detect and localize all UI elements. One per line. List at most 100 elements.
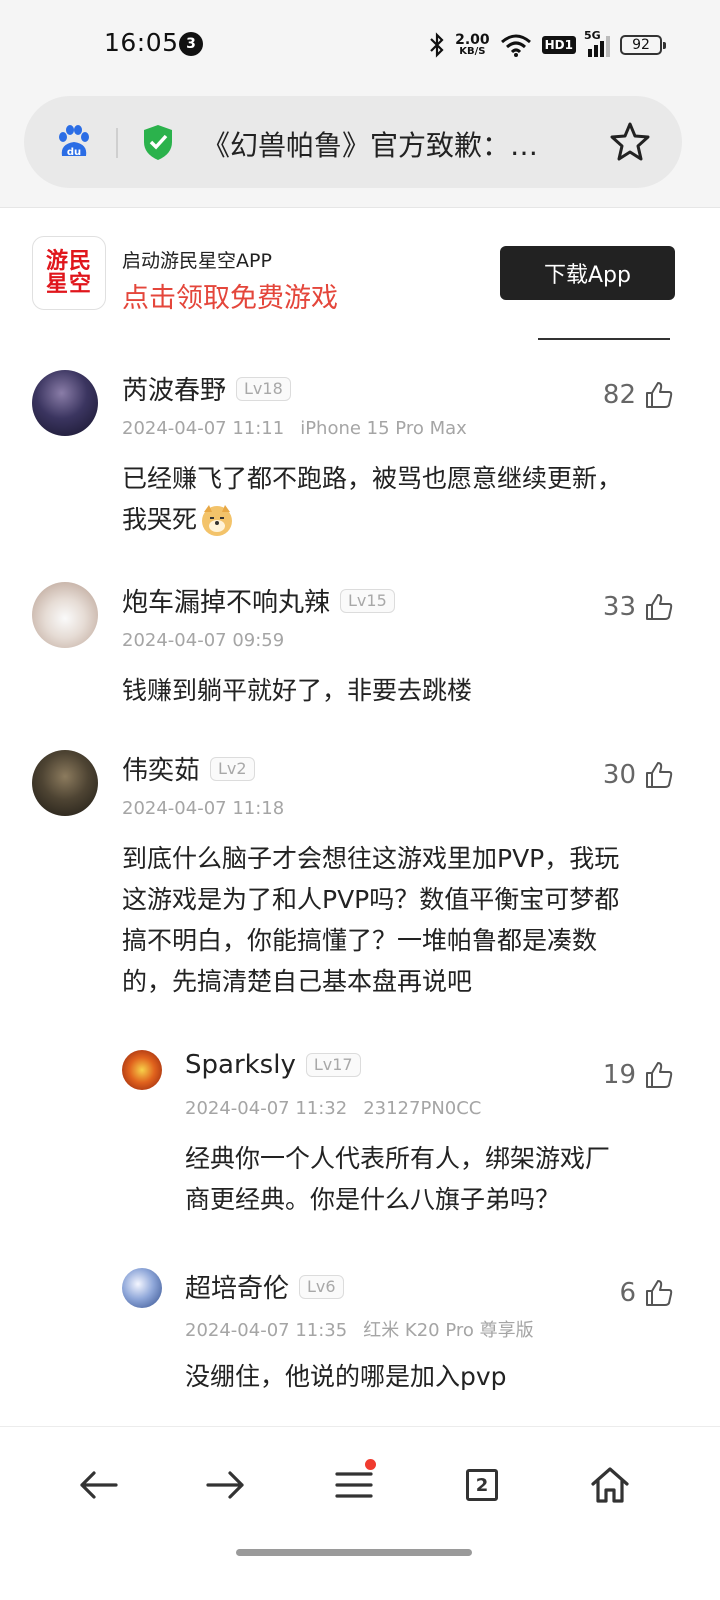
reply-meta: 2024-04-07 11:32 23127PN0CC [185,1098,481,1119]
level-badge: Lv6 [299,1274,344,1299]
comment-body: 钱赚到躺平就好了，非要去跳楼 [122,670,682,711]
reply-username[interactable]: 超培奇伦 Lv6 [185,1268,344,1305]
back-arrow-icon[interactable] [78,1470,118,1500]
cellular-signal: 5G [584,29,610,57]
comment-text: 我哭死 [122,505,198,534]
page-title[interactable]: 《幻兽帕鲁》官方致歉：… [202,124,582,164]
comment-username[interactable]: 炮车漏掉不响丸辣 Lv15 [122,582,395,619]
comment-line: 的，先搞清楚自己基本盘再说吧 [122,967,473,996]
avatar[interactable] [32,582,98,648]
thumb-up-icon[interactable] [644,760,674,790]
tab-indicator [538,338,670,340]
notification-dot [365,1459,376,1470]
thumb-up-icon[interactable] [644,1278,674,1308]
network-speed-value: 2.00 [455,32,490,48]
username-text[interactable]: Sparksly [185,1050,296,1080]
username-text[interactable]: 伟奕茹 [122,750,200,787]
menu-button[interactable] [326,1457,382,1513]
notification-count-badge: 3 [179,32,203,56]
comment-meta: 2024-04-07 09:59 [122,630,284,651]
comment-item: 炮车漏掉不响丸辣 Lv15 2024-04-07 09:59 33 钱赚到躺平就… [0,578,720,708]
status-time: 16:05 [104,28,179,57]
gesture-bar[interactable] [236,1549,472,1556]
like-count: 19 [602,1060,636,1090]
comment-meta: 2024-04-07 11:18 [122,798,284,819]
thumb-up-icon[interactable] [644,1060,674,1090]
reply-line: 经典你一个人代表所有人，绑架游戏厂 [185,1144,611,1173]
signal-bar [606,36,610,57]
network-speed-unit: KB/S [459,46,486,57]
address-bar[interactable]: du 《幻兽帕鲁》官方致歉：… [24,96,682,188]
banner-headline: 点击领取免费游戏 [122,283,338,314]
avatar[interactable] [122,1050,162,1090]
doge-emoji [202,504,233,536]
username-text[interactable]: 超培奇伦 [185,1268,289,1305]
reply-body: 经典你一个人代表所有人，绑架游戏厂 商更经典。你是什么八旗子弟吗？ [185,1138,685,1220]
like-button[interactable]: 19 [603,1060,674,1090]
bottom-navigation: 2 [0,1426,720,1600]
level-badge: Lv2 [210,756,255,781]
comment-username[interactable]: 芮波春野 Lv18 [122,370,291,407]
reply-item: Sparksly Lv17 2024-04-07 11:32 23127PN0CC… [0,1046,720,1216]
baidu-paw-icon[interactable]: du [54,122,94,162]
comment-meta: 2024-04-07 11:11 iPhone 15 Pro Max [122,418,467,439]
gamersky-logo: 游民星空 [32,236,106,310]
comment-line: 这游戏是为了和人PVP吗？数值平衡宝可梦都 [122,885,620,914]
avatar[interactable] [32,750,98,816]
svg-text:du: du [67,147,81,158]
like-count: 82 [602,380,636,410]
like-button[interactable]: 82 [603,380,674,410]
status-icons: 2.00 KB/S HD1 5G 92 [429,29,666,60]
signal-bar [594,45,598,57]
comment-line: 我哭死 [122,499,682,540]
shield-check-icon[interactable] [138,122,178,162]
banner-subtitle: 启动游民星空APP [122,250,272,272]
comment-line: 已经赚飞了都不跑路，被骂也愿意继续更新， [122,464,623,493]
reply-username[interactable]: Sparksly Lv17 [185,1050,361,1080]
thumb-up-icon[interactable] [644,592,674,622]
hd-badge: HD1 [541,36,576,54]
menu-icon[interactable] [335,1470,373,1500]
reply-line: 没绷住，他说的哪是加入pvp [185,1362,507,1391]
star-icon[interactable] [608,120,652,164]
comment-date: 2024-04-07 11:18 [122,798,285,819]
comment-line: 到底什么脑子才会想往这游戏里加PVP，我玩 [122,844,620,873]
comment-line: 搞不明白，你能搞懂了？一堆帕鲁都是凑数 [122,926,598,955]
like-button[interactable]: 6 [619,1278,674,1308]
level-badge: Lv18 [236,376,291,401]
avatar[interactable] [122,1268,162,1308]
back-button[interactable] [70,1457,126,1513]
reply-item: 超培奇伦 Lv6 2024-04-07 11:35 红米 K20 Pro 尊享版 … [0,1264,720,1404]
comment-username[interactable]: 伟奕茹 Lv2 [122,750,255,787]
reply-body: 没绷住，他说的哪是加入pvp [185,1356,685,1397]
logo-text: 游民星空 [45,248,92,297]
download-app-button[interactable]: 下载App [500,246,675,300]
comment-item: 芮波春野 Lv18 2024-04-07 11:11 iPhone 15 Pro … [0,366,720,556]
signal-bar [588,49,592,57]
like-count: 33 [602,592,636,622]
like-button[interactable]: 30 [603,760,674,790]
forward-arrow-icon[interactable] [206,1470,246,1500]
comment-item: 伟奕茹 Lv2 2024-04-07 11:18 30 到底什么脑子才会想往这游… [0,746,720,1006]
comment-line: 钱赚到躺平就好了，非要去跳楼 [122,676,473,705]
reply-device: 红米 K20 Pro 尊享版 [363,1320,534,1341]
app-download-banner[interactable]: 游民星空 启动游民星空APP 点击领取免费游戏 下载App [0,208,720,338]
like-count: 30 [602,760,636,790]
like-button[interactable]: 33 [603,592,674,622]
avatar[interactable] [32,370,98,436]
tabs-button[interactable]: 2 [454,1457,510,1513]
username-text[interactable]: 炮车漏掉不响丸辣 [122,582,330,619]
thumb-up-icon[interactable] [644,380,674,410]
home-icon[interactable] [590,1466,630,1504]
username-text[interactable]: 芮波春野 [122,370,226,407]
home-button[interactable] [582,1457,638,1513]
reply-date: 2024-04-07 11:35 [185,1320,348,1341]
forward-button[interactable] [198,1457,254,1513]
status-bar: 16:05 3 2.00 KB/S HD1 5G 92 [0,0,720,92]
reply-meta: 2024-04-07 11:35 红米 K20 Pro 尊享版 [185,1316,534,1342]
level-badge: Lv17 [305,1053,361,1077]
network-speed: 2.00 KB/S [455,33,490,57]
wifi-icon [500,34,531,57]
address-divider [116,128,118,158]
tabs-icon[interactable]: 2 [466,1469,498,1501]
